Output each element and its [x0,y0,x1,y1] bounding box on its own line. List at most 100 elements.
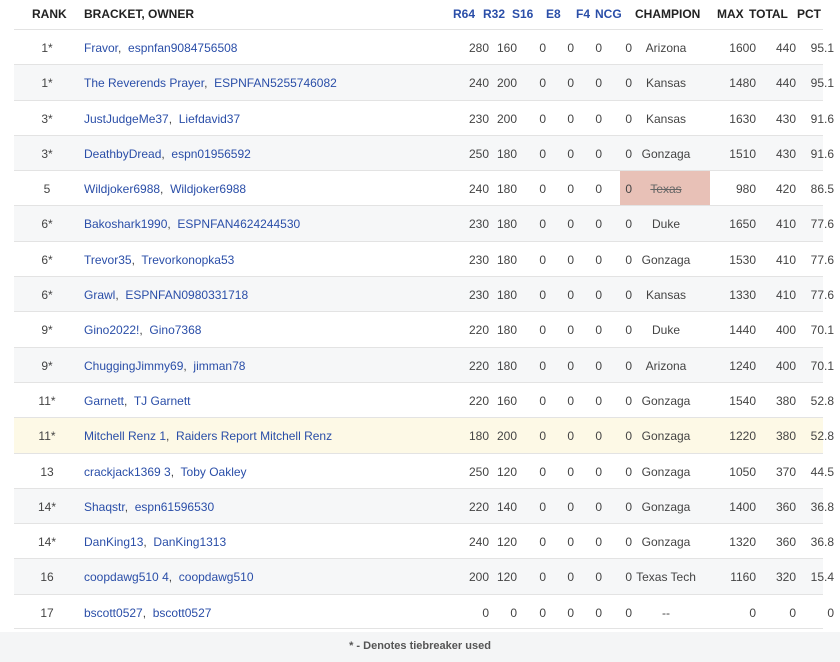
header-champion[interactable]: CHAMPION [635,7,700,21]
table-row[interactable]: 17 bscott0527, bscott0527 0 0 0 0 0 0 0 0 0 -- [14,593,834,630]
owner-name-link[interactable]: coopdawg510 [179,570,254,584]
table-row[interactable]: 1* The Reverends Prayer, ESPNFAN525574608… [14,64,834,100]
header-r32[interactable]: R32 [483,7,505,21]
header-bracket-owner[interactable]: BRACKET, OWNER [84,7,194,21]
f4-cell: 0 [595,111,602,126]
bracket-name-link[interactable]: Bakoshark1990 [84,217,167,231]
bracket-owner-separator: , [142,605,153,620]
pct-cell: 36.8 [810,535,834,550]
bracket-name-link[interactable]: Garnett [84,394,124,408]
bracket-name-link[interactable]: crackjack1369 3 [84,465,171,479]
s16-cell: 0 [539,146,546,161]
s16-cell: 0 [539,41,546,55]
owner-name-link[interactable]: Toby Oakley [181,465,247,479]
bracket-owner-cell: DeathbyDread, espn01956592 [84,147,251,161]
header-rank[interactable]: RANK [32,7,67,21]
table-row[interactable]: 5 Wildjoker6988, Wildjoker6988 240 180 0 0 0 0 9… [14,170,834,206]
bracket-owner-separator: , [115,288,126,303]
f4-cell: 0 [595,323,602,338]
owner-name-link[interactable]: Raiders Report Mitchell Renz [176,429,332,443]
header-ncg[interactable]: NCG [595,7,622,21]
header-max[interactable]: MAX [717,7,744,21]
champion-cell: Kansas [645,111,687,126]
bracket-name-link[interactable]: DanKing13 [84,535,143,549]
table-row[interactable]: 14* DanKing13, DanKing1313 240 120 0 0 0 0 1320 3… [14,523,834,558]
bracket-owner-cell: Fravor, espnfan9084756508 [84,41,237,55]
max-cell: 1510 [729,146,756,161]
bracket-name-link[interactable]: Trevor35 [84,253,132,267]
champion-cell: Duke [651,323,680,338]
header-total[interactable]: TOTAL [749,7,788,21]
bracket-owner-cell: Shaqstr, espn61596530 [84,500,214,514]
owner-name-link[interactable]: Liefdavid37 [179,112,240,126]
owner-name-link[interactable]: jimman78 [193,359,245,373]
header-f4[interactable]: F4 [576,7,590,21]
f4-cell: 0 [595,499,602,514]
table-row[interactable]: 16 coopdawg510 4, coopdawg510 200 120 0 0 0 0 11… [14,558,834,594]
table-row[interactable]: 3* DeathbyDread, espn01956592 250 180 0 0 0 0 15… [14,134,834,171]
bracket-name-link[interactable]: Fravor [84,41,118,55]
bracket-name-link[interactable]: The Reverends Prayer [84,76,204,90]
r64-cell: 230 [468,217,489,232]
owner-name-link[interactable]: ESPNFAN4624244530 [177,217,300,231]
bracket-name-link[interactable]: Wildjoker6988 [84,182,160,196]
owner-name-link[interactable]: ESPNFAN0980331718 [125,288,248,302]
owner-name-link[interactable]: TJ Garnett [134,394,191,408]
table-row[interactable]: 11* Mitchell Renz 1, Raiders Report Mitch… [14,417,834,453]
s16-cell: 0 [539,252,546,267]
table-row[interactable]: 13 crackjack1369 3, Toby Oakley 250 120 0 0 0 0… [14,452,834,488]
header-pct[interactable]: PCT [797,7,821,21]
bracket-name-link[interactable]: Grawl [84,288,115,302]
r32-cell: 180 [496,182,517,197]
owner-name-link[interactable]: Wildjoker6988 [170,182,246,196]
r64-cell: 220 [468,393,489,408]
table-row[interactable]: 9* ChuggingJimmy69, jimman78 220 180 0 0 0 0 124… [14,346,834,382]
bracket-name-link[interactable]: bscott0527 [84,606,143,620]
r64-cell: 240 [468,535,489,550]
owner-name-link[interactable]: espn61596530 [135,500,214,514]
rank-cell: 1* [41,41,53,55]
s16-cell: 0 [539,535,546,550]
owner-name-link[interactable]: Gino7368 [149,323,201,337]
bracket-name-link[interactable]: Gino2022! [84,323,139,337]
table-row[interactable]: 11* Garnett, TJ Garnett 220 160 0 0 0 0 1540 380 5… [14,381,834,417]
table-row[interactable]: 6* Trevor35, Trevorkonopka53 230 180 0 0 0 0 153… [14,240,834,276]
bracket-name-link[interactable]: Shaqstr [84,500,125,514]
pct-cell: 44.5 [810,464,834,479]
owner-name-link[interactable]: bscott0527 [153,606,212,620]
table-row[interactable]: 3* JustJudgeMe37, Liefdavid37 230 200 0 0 0 0 16… [14,99,834,135]
header-r64[interactable]: R64 [453,7,475,21]
pct-cell: 77.6 [810,288,834,303]
standings-page: RANK BRACKET, OWNER R64 R32 S16 E8 F4 NC… [0,0,840,662]
champion-cell: Gonzaga [641,429,691,444]
bracket-owner-separator: , [139,323,150,338]
total-cell: 420 [775,182,796,197]
table-row[interactable]: 9* Gino2022!, Gino7368 220 180 0 0 0 0 1440 400 70… [14,311,834,346]
header-s16[interactable]: S16 [512,7,533,21]
owner-name-link[interactable]: DanKing1313 [153,535,226,549]
owner-name-link[interactable]: ESPNFAN5255746082 [214,76,337,90]
r64-cell: 200 [468,570,489,585]
table-row[interactable]: 6* Grawl, ESPNFAN0980331718 230 180 0 0 0 0 1330… [14,276,834,312]
header-e8[interactable]: E8 [546,7,561,21]
rank-cell: 16 [40,570,54,585]
table-row[interactable]: 1* Fravor, espnfan9084756508 280 160 0 0 0 0 160… [14,29,834,64]
bracket-owner-cell: JustJudgeMe37, Liefdavid37 [84,112,240,126]
bracket-name-link[interactable]: coopdawg510 4 [84,570,169,584]
owner-name-link[interactable]: Trevorkonopka53 [141,253,234,267]
max-cell: 1540 [729,393,756,408]
bracket-name-link[interactable]: JustJudgeMe37 [84,112,169,126]
bracket-name-link[interactable]: ChuggingJimmy69 [84,359,183,373]
owner-name-link[interactable]: espn01956592 [171,147,250,161]
table-row[interactable]: 6* Bakoshark1990, ESPNFAN4624244530 230 180… [14,205,834,241]
r32-cell: 180 [496,217,517,232]
owner-name-link[interactable]: espnfan9084756508 [128,41,237,55]
f4-cell: 0 [595,570,602,585]
bracket-name-link[interactable]: Mitchell Renz 1 [84,429,166,443]
table-row[interactable]: 14* Shaqstr, espn61596530 220 140 0 0 0 0 1400 36… [14,487,834,524]
rank-cell: 14* [37,499,57,514]
rank-cell: 13 [40,464,54,479]
bracket-owner-separator: , [168,570,179,585]
bracket-name-link[interactable]: DeathbyDread [84,147,161,161]
total-cell: 360 [775,535,796,550]
